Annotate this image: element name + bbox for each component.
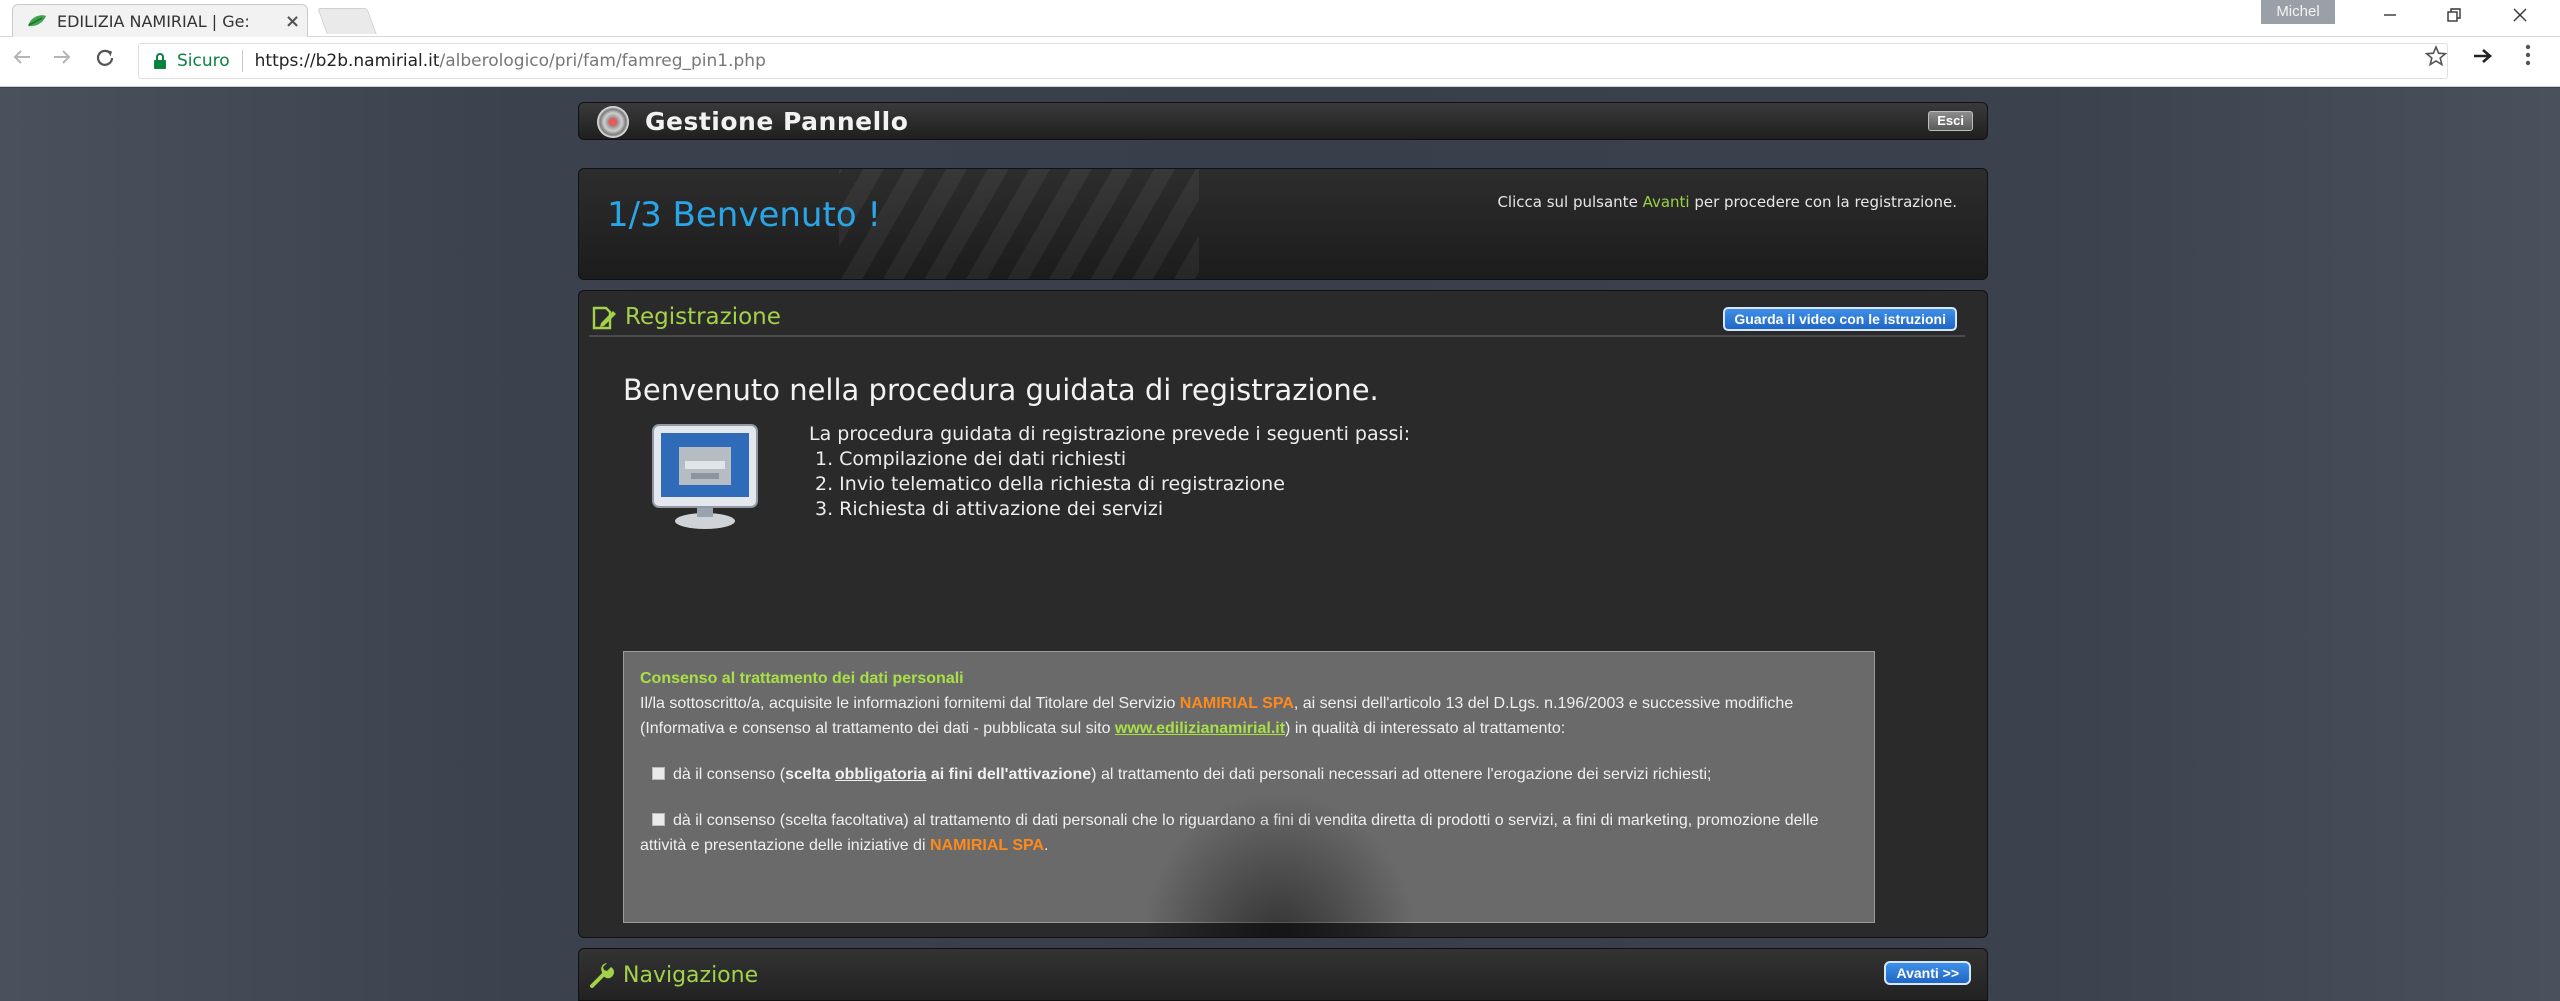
consent-option-optional: dà il consenso (scelta facoltativa) al t… [640, 808, 1858, 858]
forward-arrow-icon[interactable] [52, 47, 72, 73]
note-before: Clicca sul pulsante [1497, 193, 1643, 211]
note-highlight: Avanti [1642, 193, 1690, 211]
logout-button[interactable]: Esci [1928, 111, 1973, 131]
lock-icon [153, 53, 167, 69]
omnibox-separator [241, 50, 243, 72]
consent-text: Il/la sottoscritto/a, acquisite le infor… [640, 691, 1858, 741]
option1-c: obbligatoria [834, 766, 927, 783]
option2-company: NAMIRIAL SPA [929, 837, 1045, 854]
minimize-icon[interactable] [2360, 0, 2420, 30]
decorative-stripes [839, 169, 1199, 279]
registration-title: Registrazione [625, 304, 781, 330]
step-title: 1/3 Benvenuto ! [607, 195, 882, 235]
navigation-title: Navigazione [623, 963, 759, 988]
address-bar: Sicuro https://b2b.namirial.it/alberolog… [0, 37, 2560, 87]
step-item: 1. Compilazione dei dati richiesti [815, 448, 1127, 470]
kebab-menu-icon[interactable] [2524, 43, 2532, 73]
site-link[interactable]: www.edilizianamirial.it [1115, 720, 1285, 737]
welcome-box: 1/3 Benvenuto ! Clicca sul pulsante Avan… [578, 168, 1988, 280]
panel-header: Gestione Pannello Esci [578, 102, 1988, 140]
registration-panel: Registrazione Guarda il video con le ist… [578, 290, 1988, 938]
target-logo-icon [597, 106, 629, 138]
next-button[interactable]: Avanti >> [1884, 961, 1971, 985]
page-title: Gestione Pannello [645, 107, 909, 136]
consent-box: Consenso al trattamento dei dati persona… [623, 651, 1875, 923]
option1-b: scelta [785, 766, 835, 783]
note-after: per procedere con la registrazione. [1689, 193, 1957, 211]
consent-option-required: dà il consenso (scelta obbligatoria ai f… [640, 762, 1858, 787]
wrench-icon [589, 963, 615, 989]
navigation-panel: Navigazione Avanti >> [578, 948, 1988, 1001]
browser-tab-bar: EDILIZIA NAMIRIAL | Ge: × Michel [0, 0, 2560, 37]
registration-heading: Benvenuto nella procedura guidata di reg… [623, 373, 1379, 407]
monitor-icon [649, 421, 761, 533]
url-path: /alberologico/pri/fam/famreg_pin1.php [439, 51, 766, 71]
option1-a: dà il consenso ( [673, 766, 786, 783]
new-tab-button[interactable] [317, 8, 377, 34]
url-host: https://b2b.namirial.it [254, 51, 440, 71]
omnibox[interactable]: Sicuro https://b2b.namirial.it/alberolog… [138, 43, 2448, 79]
option1-d: ai fini dell'attivazione [926, 766, 1092, 783]
leaf-icon [27, 14, 47, 28]
step-item: 2. Invio telematico della richiesta di r… [815, 473, 1285, 495]
reload-icon[interactable] [94, 47, 116, 75]
page-background: Gestione Pannello Esci 1/3 Benvenuto ! C… [0, 88, 2560, 1001]
edit-document-icon [591, 305, 617, 331]
tab-close-icon[interactable]: × [285, 11, 300, 32]
registration-header: Registrazione Guarda il video con le ist… [589, 301, 1965, 337]
extension-arrow-icon[interactable] [2472, 45, 2494, 73]
step-item: 3. Richiesta di attivazione dei servizi [815, 498, 1164, 520]
security-label: Sicuro [177, 51, 230, 71]
video-instructions-button[interactable]: Guarda il video con le istruzioni [1723, 307, 1957, 331]
option2-end: . [1044, 837, 1049, 854]
consent-text-1: Il/la sottoscritto/a, acquisite le infor… [640, 695, 1180, 712]
option1-e: ) al trattamento dei dati personali nece… [1091, 766, 1712, 783]
welcome-note: Clicca sul pulsante Avanti per procedere… [1497, 193, 1957, 211]
close-window-icon[interactable] [2490, 0, 2550, 30]
steps-intro: La procedura guidata di registrazione pr… [809, 423, 1411, 445]
steps-list: 1. Compilazione dei dati richiesti 2. In… [815, 447, 1285, 522]
url-text[interactable]: https://b2b.namirial.it/alberologico/pri… [255, 51, 766, 71]
consent-title: Consenso al trattamento dei dati persona… [640, 670, 964, 687]
profile-badge[interactable]: Michel [2261, 0, 2335, 24]
back-arrow-icon[interactable] [12, 47, 32, 73]
restore-icon[interactable] [2424, 0, 2484, 30]
consent-text-3: ) in qualità di interessato al trattamen… [1285, 720, 1566, 737]
option2-a: dà il consenso (scelta facoltativa) al t… [640, 812, 1819, 854]
optional-consent-checkbox[interactable] [652, 813, 665, 826]
company-name: NAMIRIAL SPA [1179, 695, 1294, 712]
tab-title: EDILIZIA NAMIRIAL | Ge: [57, 11, 250, 31]
browser-tab[interactable]: EDILIZIA NAMIRIAL | Ge: × [12, 4, 308, 37]
required-consent-checkbox[interactable] [652, 767, 665, 780]
star-icon[interactable] [2424, 44, 2448, 73]
